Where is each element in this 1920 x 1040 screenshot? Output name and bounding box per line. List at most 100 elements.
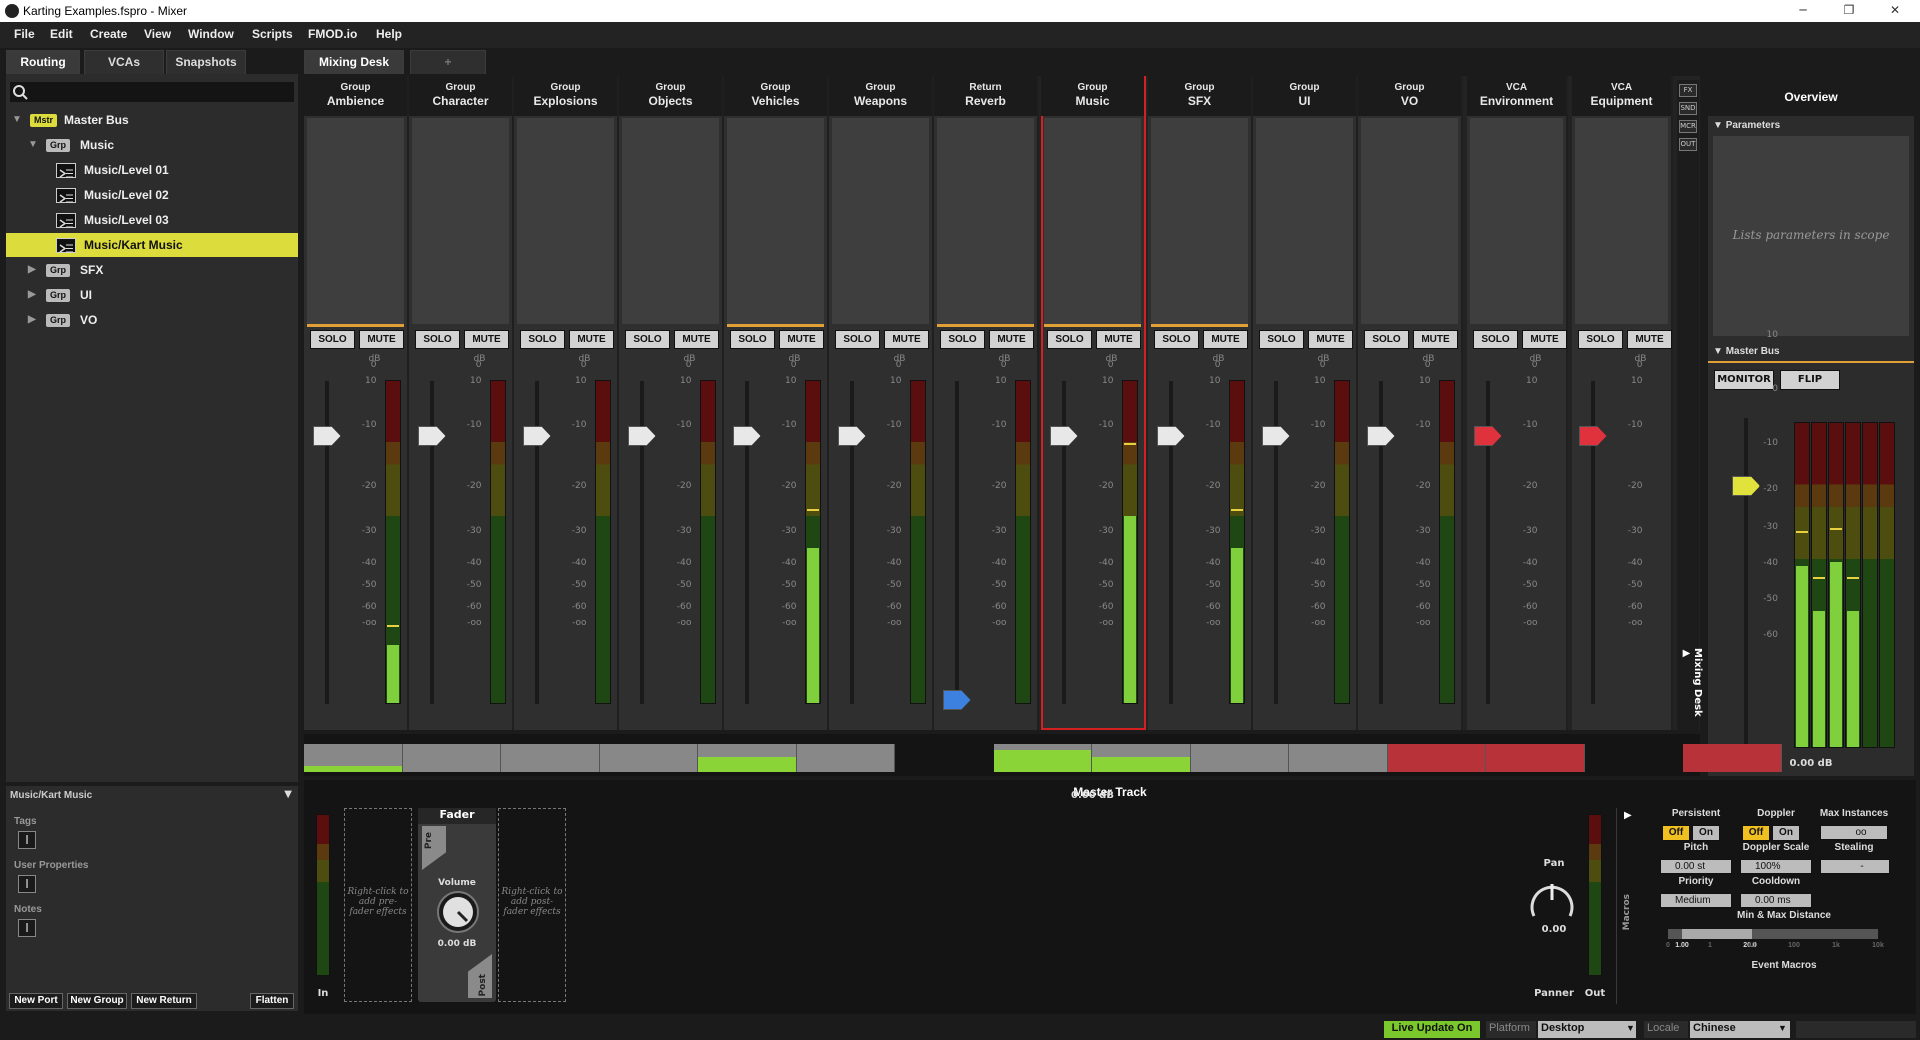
strip-header[interactable]: Group Objects xyxy=(619,76,722,116)
overview-strip-segment[interactable] xyxy=(1289,744,1388,772)
fader-knob[interactable] xyxy=(1578,426,1607,446)
search-input[interactable] xyxy=(10,82,294,102)
mixer-overview-bar[interactable] xyxy=(304,734,1782,776)
solo-button[interactable]: SOLO xyxy=(1259,330,1304,349)
fader-knob[interactable] xyxy=(1156,426,1185,446)
overview-strip-segment[interactable] xyxy=(599,744,698,772)
overview-strip-segment[interactable] xyxy=(1092,744,1191,772)
strip-effects-area[interactable] xyxy=(517,118,614,324)
mute-button[interactable]: MUTE xyxy=(779,330,824,349)
pan-knob[interactable] xyxy=(1524,872,1580,924)
fader-knob[interactable] xyxy=(312,426,341,446)
expanded-arrow-icon[interactable]: ▼ xyxy=(12,108,22,132)
collapsed-arrow-icon[interactable]: ▶ xyxy=(28,308,36,332)
strip-effects-area[interactable] xyxy=(1470,118,1563,324)
strip-effects-area[interactable] xyxy=(937,118,1034,324)
close-button[interactable]: ✕ xyxy=(1872,0,1918,22)
mixer-strip-environment[interactable]: VCAEnvironmentSOLOMUTEdB0.00 dB100-10-20… xyxy=(1467,76,1568,801)
snd-view-button[interactable]: SND xyxy=(1679,102,1697,115)
strip-effects-area[interactable] xyxy=(1151,118,1248,324)
notes-edit-icon[interactable]: I xyxy=(18,919,36,937)
menu-edit[interactable]: Edit xyxy=(50,27,73,41)
mute-button[interactable]: MUTE xyxy=(1413,330,1458,349)
user-properties-edit-icon[interactable]: I xyxy=(18,875,36,893)
mute-button[interactable]: MUTE xyxy=(989,330,1034,349)
pre-fader-drop-zone[interactable]: Right-click to add pre-fader effects xyxy=(344,808,412,1002)
fader-knob[interactable] xyxy=(942,690,971,710)
collapsed-arrow-icon[interactable]: ▶ xyxy=(28,283,36,307)
strip-effects-area[interactable] xyxy=(1044,118,1141,324)
parameters-header[interactable]: ▼ Parameters xyxy=(1713,120,1780,131)
collapsed-arrow-icon[interactable]: ▶ xyxy=(28,258,36,282)
fx-view-button[interactable]: FX xyxy=(1679,84,1697,97)
menu-create[interactable]: Create xyxy=(90,27,127,41)
solo-button[interactable]: SOLO xyxy=(520,330,565,349)
fader-knob[interactable] xyxy=(1366,426,1395,446)
new-port-button[interactable]: New Port xyxy=(9,993,63,1009)
platform-dropdown-arrow-icon[interactable]: ▼ xyxy=(1626,1021,1635,1038)
tree-item-music-level-02[interactable]: Music/Level 02 xyxy=(6,183,298,207)
fader-knob[interactable] xyxy=(732,426,761,446)
tags-edit-icon[interactable]: I xyxy=(18,831,36,849)
strip-header[interactable]: Group Explosions xyxy=(514,76,617,116)
mute-button[interactable]: MUTE xyxy=(1627,330,1672,349)
solo-button[interactable]: SOLO xyxy=(1154,330,1199,349)
menu-file[interactable]: File xyxy=(14,27,35,41)
add-tab-button[interactable]: + xyxy=(410,50,486,74)
overview-strip-segment[interactable] xyxy=(698,744,797,772)
tree-item-sfx[interactable]: ▶ Grp SFX xyxy=(6,258,298,282)
mute-button[interactable]: MUTE xyxy=(1096,330,1141,349)
mixer-strip-explosions[interactable]: GroupExplosionsSOLOMUTEdB0.00 dB100-10-2… xyxy=(514,76,619,801)
distance-slider[interactable] xyxy=(1668,929,1878,939)
strip-header[interactable]: Group UI xyxy=(1253,76,1356,116)
max-instances-field[interactable]: oo xyxy=(1820,825,1888,840)
strip-effects-area[interactable] xyxy=(412,118,509,324)
locale-dropdown-arrow-icon[interactable]: ▼ xyxy=(1778,1021,1787,1038)
overview-strip-segment[interactable] xyxy=(1190,744,1289,772)
tree-item-vo[interactable]: ▶ Grp VO xyxy=(6,308,298,332)
solo-button[interactable]: SOLO xyxy=(1578,330,1623,349)
mute-button[interactable]: MUTE xyxy=(674,330,719,349)
tree-item-ui[interactable]: ▶ Grp UI xyxy=(6,283,298,307)
fader-knob[interactable] xyxy=(1261,426,1290,446)
fader-knob[interactable] xyxy=(627,426,656,446)
flip-button[interactable]: FLIP xyxy=(1780,370,1840,390)
strip-header[interactable]: Group Vehicles xyxy=(724,76,827,116)
mixer-strip-vehicles[interactable]: GroupVehiclesSOLOMUTEdB0.00 dB100-10-20-… xyxy=(724,76,829,801)
mute-button[interactable]: MUTE xyxy=(359,330,404,349)
strip-header[interactable]: Group Weapons xyxy=(829,76,932,116)
solo-button[interactable]: SOLO xyxy=(310,330,355,349)
persistent-off-toggle[interactable]: Off xyxy=(1662,825,1690,841)
doppler-off-toggle[interactable]: Off xyxy=(1742,825,1770,841)
overview-strip-segment[interactable] xyxy=(1683,744,1782,772)
menu-help[interactable]: Help xyxy=(376,27,402,41)
minimize-button[interactable]: ─ xyxy=(1780,0,1826,22)
fader-knob[interactable] xyxy=(417,426,446,446)
mute-button[interactable]: MUTE xyxy=(464,330,509,349)
strip-header[interactable]: Group Ambience xyxy=(304,76,407,116)
tree-item-music-kart-music[interactable]: Music/Kart Music xyxy=(6,233,298,257)
strip-effects-area[interactable] xyxy=(307,118,404,324)
solo-button[interactable]: SOLO xyxy=(1473,330,1518,349)
fader-track[interactable] xyxy=(954,381,959,704)
tree-item-music-level-03[interactable]: Music/Level 03 xyxy=(6,208,298,232)
out-view-button[interactable]: OUT xyxy=(1679,138,1697,151)
maximize-button[interactable]: ❐ xyxy=(1826,0,1872,22)
platform-dropdown[interactable]: Desktop xyxy=(1538,1021,1636,1038)
master-bus-header[interactable]: ▼ Master Bus xyxy=(1713,346,1780,357)
overview-strip-segment[interactable] xyxy=(796,744,895,772)
mixer-strip-vo[interactable]: GroupVOSOLOMUTEdB0.00 dB100-10-20-30-40-… xyxy=(1358,76,1463,801)
mixer-strip-ui[interactable]: GroupUISOLOMUTEdB0.00 dB100-10-20-30-40-… xyxy=(1253,76,1358,801)
strip-effects-area[interactable] xyxy=(727,118,824,324)
new-return-button[interactable]: New Return xyxy=(131,993,197,1009)
tree-item-music[interactable]: ▼ Grp Music xyxy=(6,133,298,157)
strip-header[interactable]: VCA Equipment xyxy=(1572,76,1671,116)
menu-fmod-io[interactable]: FMOD.io xyxy=(308,27,357,41)
overview-strip-segment[interactable] xyxy=(304,744,403,772)
solo-button[interactable]: SOLO xyxy=(625,330,670,349)
solo-button[interactable]: SOLO xyxy=(940,330,985,349)
doppler-on-toggle[interactable]: On xyxy=(1772,825,1800,841)
mixer-strip-music[interactable]: Group Music SOLO MUTE dB 0.00 dB 10 0 -10 -20 -30-… xyxy=(1041,76,1146,801)
stealing-dropdown[interactable]: - xyxy=(1820,859,1890,874)
mute-button[interactable]: MUTE xyxy=(1203,330,1248,349)
